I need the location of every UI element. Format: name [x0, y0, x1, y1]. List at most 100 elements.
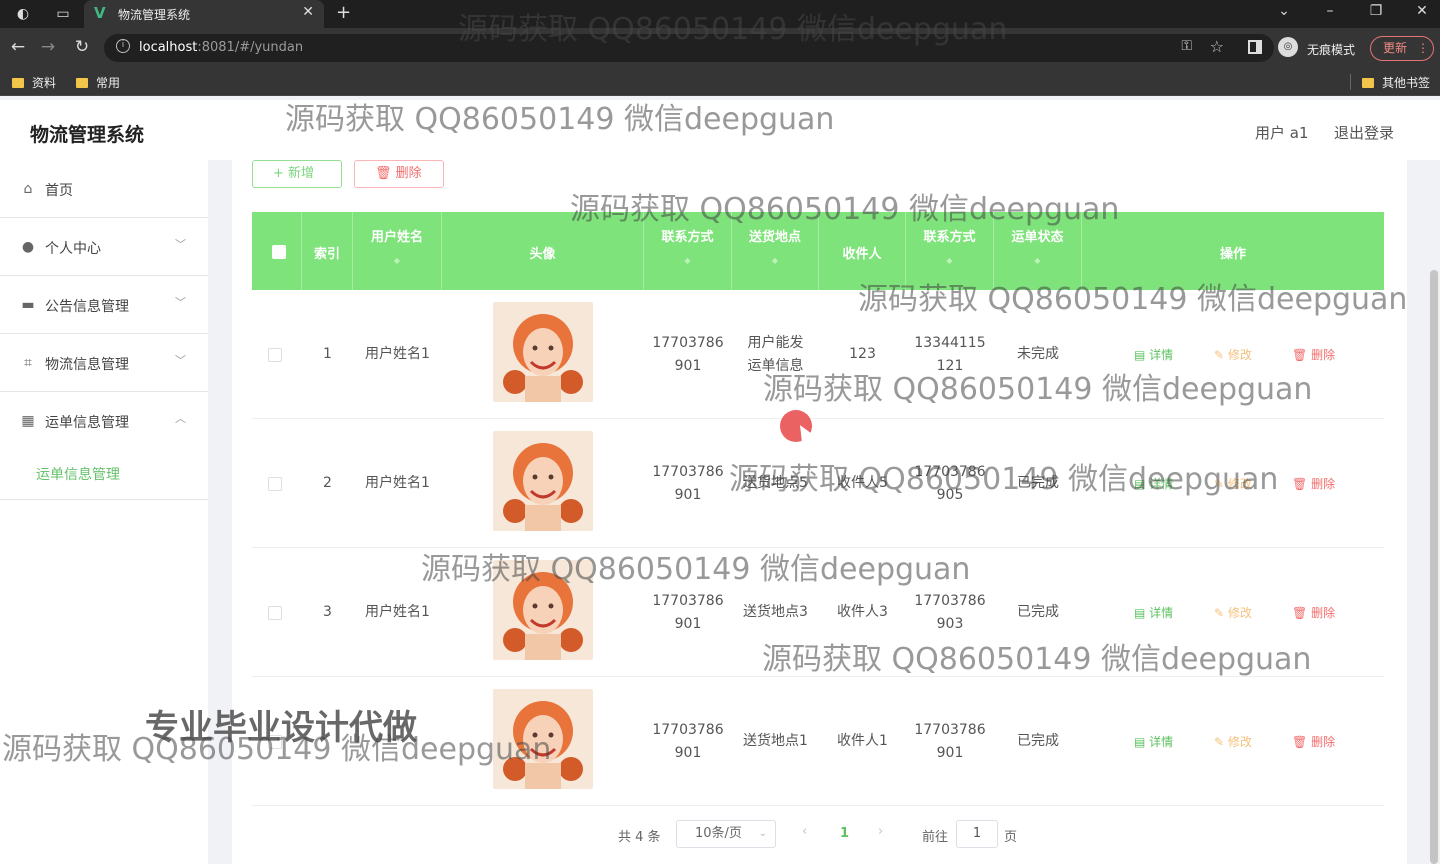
browser-tab[interactable]: V 物流管理系统 ✕ — [84, 0, 324, 28]
pagination-total: 共 4 条 — [618, 830, 661, 845]
page-unit-label: 页 — [1004, 830, 1018, 845]
home-icon: ⌂ — [23, 181, 33, 197]
sidebar-item-waybill[interactable]: ▦ 运单信息管理 ︿ — [0, 392, 208, 450]
browser-icon[interactable]: ◐ — [14, 5, 32, 23]
bookmark-folder-2[interactable]: 常用 — [76, 74, 120, 91]
table-row: 1 用户姓名1 17703786 901 用户能发 运单信息 123 13344115 1… — [252, 290, 1384, 419]
tab-search-icon[interactable]: ⌄ — [1274, 3, 1294, 19]
sidebar-subitem-waybill[interactable]: 运单信息管理 — [0, 450, 208, 500]
chevron-down-icon: ⌄ — [758, 828, 767, 839]
trash-icon: 🗑 — [1292, 606, 1308, 620]
url-text: localhost:8081/#/yundan — [139, 40, 304, 55]
row-checkbox[interactable] — [268, 606, 282, 620]
chevron-down-icon: ﹀ — [175, 238, 186, 251]
next-page-icon[interactable]: › — [878, 824, 883, 839]
edit-icon: ✎ — [1214, 606, 1225, 620]
row-delete-button[interactable]: 🗑 删除 — [1292, 604, 1335, 621]
bookmark-folder-1[interactable]: 资料 — [12, 74, 56, 91]
cell-phone: 17703786 901 — [652, 463, 724, 503]
col-index[interactable]: 索引 — [302, 212, 353, 290]
edit-button[interactable]: ✎ 修改 — [1214, 475, 1252, 492]
sidebar-item-logistics[interactable]: ⌗ 物流信息管理 ﹀ — [0, 334, 208, 392]
close-tab-icon[interactable]: ✕ — [302, 4, 314, 20]
folder-icon — [1362, 78, 1374, 88]
back-icon[interactable]: ← — [8, 37, 28, 57]
detail-button[interactable]: ▤ 详情 — [1134, 475, 1173, 492]
row-delete-button[interactable]: 🗑 删除 — [1292, 733, 1335, 750]
col-username[interactable]: 用户姓名 ◆ — [353, 212, 442, 290]
delete-button[interactable]: 🗑 删除 — [354, 160, 444, 188]
col-status[interactable]: 运单状态 ◆ — [994, 212, 1082, 290]
site-info-icon[interactable]: i — [116, 39, 130, 53]
trash-icon: 🗑 — [1292, 735, 1308, 749]
cell-receiver: 收件人5 — [837, 475, 888, 491]
page-scrollbar[interactable] — [1428, 270, 1440, 864]
chevron-up-icon: ︿ — [175, 412, 186, 425]
col-place[interactable]: 送货地点 ◆ — [732, 212, 819, 290]
edit-icon: ✎ — [1214, 735, 1225, 749]
edit-icon: ✎ — [1214, 348, 1225, 362]
new-tab-icon[interactable]: + — [336, 2, 351, 23]
trash-icon: 🗑 — [1292, 348, 1308, 362]
update-button[interactable]: 更新 ⋮ — [1370, 36, 1434, 61]
prev-page-icon[interactable]: ‹ — [802, 824, 807, 839]
sidebar-item-profile[interactable]: ● 个人中心 ﹀ — [0, 218, 208, 276]
detail-button[interactable]: ▤ 详情 — [1134, 733, 1173, 750]
cell-receiver-phone: 17703786 905 — [914, 463, 986, 503]
edit-button[interactable]: ✎ 修改 — [1214, 733, 1252, 750]
row-checkbox[interactable] — [268, 348, 282, 362]
edit-button[interactable]: ✎ 修改 — [1214, 604, 1252, 621]
cell-username: 用户姓名1 — [365, 346, 430, 362]
row-checkbox[interactable] — [268, 477, 282, 491]
add-button[interactable]: + 新增 — [252, 160, 342, 188]
row-delete-button[interactable]: 🗑 删除 — [1292, 475, 1335, 492]
page-size-select[interactable]: 10条/页 ⌄ — [676, 820, 776, 848]
tab-overview-icon[interactable]: ▭ — [54, 5, 72, 23]
sidebar-item-home[interactable]: ⌂ 首页 — [0, 160, 208, 218]
forward-icon[interactable]: → — [38, 37, 58, 57]
url-field[interactable]: i localhost:8081/#/yundan ⚿ ☆ — [104, 34, 1274, 62]
grid-icon: ▦ — [21, 413, 35, 429]
page-number-current[interactable]: 1 — [840, 826, 849, 841]
logout-link[interactable]: 退出登录 — [1334, 122, 1394, 143]
sidebar-item-label: 公告信息管理 — [45, 299, 129, 315]
restore-icon[interactable]: ❐ — [1366, 3, 1386, 19]
sidebar-item-notices[interactable]: ▬ 公告信息管理 ﹀ — [0, 276, 208, 334]
sort-icon: ◆ — [946, 256, 953, 265]
cell-place: 送货地点1 — [743, 733, 808, 749]
chevron-down-icon: ﹀ — [175, 296, 186, 309]
trash-icon: 🗑 — [1292, 477, 1308, 491]
col-avatar[interactable]: 头像 — [442, 212, 644, 290]
detail-button[interactable]: ▤ 详情 — [1134, 346, 1173, 363]
reload-icon[interactable]: ↻ — [72, 37, 92, 57]
side-panel-icon[interactable] — [1248, 40, 1262, 54]
select-all-checkbox[interactable] — [272, 245, 286, 259]
detail-button[interactable]: ▤ 详情 — [1134, 604, 1173, 621]
edit-button[interactable]: ✎ 修改 — [1214, 346, 1252, 363]
incognito-icon[interactable]: ◎ — [1278, 37, 1298, 57]
goto-page-input[interactable]: 1 — [956, 820, 998, 848]
sidebar: ⌂ 首页 ● 个人中心 ﹀ ▬ 公告信息管理 ﹀ ⌗ 物流信息管理 ﹀ ▦ 运单… — [0, 160, 208, 864]
user-icon: ● — [21, 239, 35, 255]
bookmark-star-icon[interactable]: ☆ — [1210, 37, 1224, 56]
cell-phone: 17703786 901 — [652, 334, 724, 374]
app-title: 物流管理系统 — [30, 124, 145, 146]
col-receiver-phone[interactable]: 联系方式 ◆ — [906, 212, 994, 290]
col-receiver[interactable]: 收件人 — [819, 212, 906, 290]
minimize-icon[interactable]: – — [1320, 3, 1340, 19]
document-icon: ▤ — [1134, 477, 1146, 491]
cell-username: 用户姓名1 — [365, 604, 430, 620]
sidebar-item-label: 运单信息管理 — [45, 415, 129, 431]
scrollbar-thumb[interactable] — [1430, 270, 1438, 864]
row-delete-button[interactable]: 🗑 删除 — [1292, 346, 1335, 363]
close-window-icon[interactable]: ✕ — [1412, 3, 1432, 19]
password-key-icon[interactable]: ⚿ — [1181, 38, 1192, 54]
app-header: 物流管理系统 用户 a1 退出登录 — [0, 100, 1440, 160]
other-bookmarks[interactable]: 其他书签 — [1362, 74, 1430, 91]
col-phone[interactable]: 联系方式 ◆ — [644, 212, 732, 290]
crop-icon: ⌗ — [24, 355, 32, 371]
avatar — [493, 560, 593, 660]
cell-place: 送货地点3 — [743, 604, 808, 620]
browser-tabbar: ◐ ▭ V 物流管理系统 ✕ + ⌄ – ❐ ✕ — [0, 0, 1440, 28]
sidebar-item-label: 个人中心 — [45, 241, 101, 257]
